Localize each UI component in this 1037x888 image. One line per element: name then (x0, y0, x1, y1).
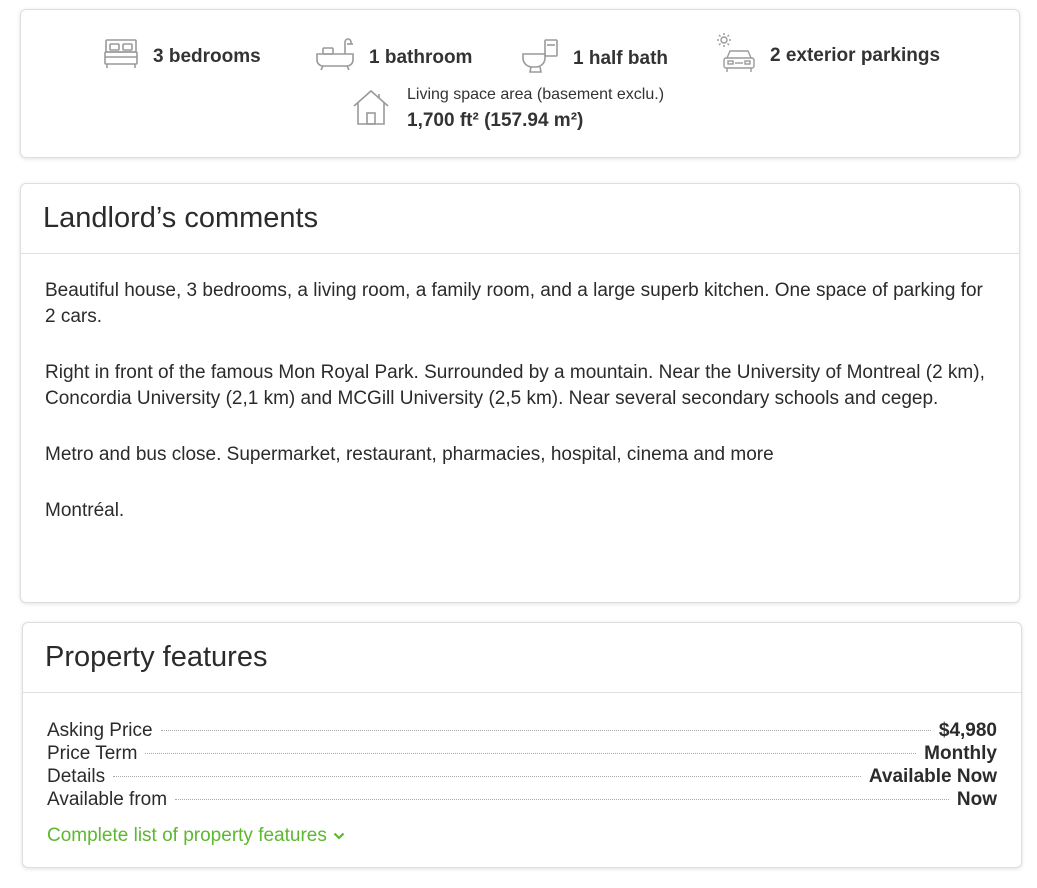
feature-label: Asking Price (47, 720, 153, 741)
living-area-value: 1,700 ft² (157.94 m²) (407, 110, 584, 131)
comment-paragraph: Montréal. (45, 500, 125, 521)
features-list: Asking Price $4,980 Price Term Monthly D… (23, 693, 1021, 847)
feature-label: Available from (47, 789, 168, 810)
property-features-card: Property features Asking Price $4,980 Pr… (22, 622, 1022, 868)
feature-value: $4,980 (938, 720, 997, 741)
living-area-stat: Living space area (basement exclu.) 1,70… (351, 86, 664, 132)
feature-label: Price Term (47, 743, 138, 764)
house-icon (351, 87, 391, 132)
features-title: Property features (45, 641, 268, 673)
bathrooms-label: 1 bathroom (369, 46, 473, 68)
feature-row-price-term: Price Term Monthly (47, 743, 997, 766)
bathrooms-stat: 1 bathroom (315, 38, 472, 77)
complete-features-link[interactable]: Complete list of property features (47, 825, 345, 847)
comments-title: Landlord’s comments (43, 202, 319, 234)
feature-row-asking-price: Asking Price $4,980 (47, 720, 997, 743)
dotted-leader (113, 776, 861, 777)
comments-body: Beautiful house, 3 bedrooms, a living ro… (21, 254, 1019, 524)
dotted-leader (160, 730, 931, 731)
feature-value: Monthly (924, 743, 997, 764)
half-bath-stat: 1 half bath (521, 38, 668, 79)
property-stats-card: 3 bedrooms 1 bathroom 1 half bath 2 exte… (20, 9, 1020, 158)
car-sun-icon (716, 32, 756, 79)
feature-row-available-from: Available from Now (47, 789, 997, 812)
bed-icon (103, 38, 139, 75)
parking-stat: 2 exterior parkings (716, 32, 940, 79)
feature-value: Now (956, 789, 997, 810)
living-area-caption: Living space area (basement exclu.) (407, 86, 665, 103)
half-bath-label: 1 half bath (573, 47, 669, 69)
toilet-icon (521, 38, 559, 79)
parking-label: 2 exterior parkings (770, 44, 941, 66)
dotted-leader (145, 753, 917, 754)
feature-label: Details (47, 766, 106, 787)
bathtub-icon (315, 38, 355, 77)
landlord-comments-card: Landlord’s comments Beautiful house, 3 b… (20, 183, 1020, 603)
bedrooms-stat: 3 bedrooms (103, 38, 261, 75)
comment-paragraph: Metro and bus close. Supermarket, restau… (45, 444, 774, 465)
comment-paragraph: Right in front of the famous Mon Royal P… (45, 362, 985, 409)
feature-row-details: Details Available Now (47, 766, 997, 789)
feature-value: Available Now (868, 766, 997, 787)
chevron-down-icon (333, 825, 345, 847)
features-header: Property features (23, 623, 1021, 693)
dotted-leader (175, 799, 949, 800)
complete-features-link-label: Complete list of property features (47, 825, 327, 846)
comment-paragraph: Beautiful house, 3 bedrooms, a living ro… (45, 280, 983, 327)
comments-header: Landlord’s comments (21, 184, 1019, 254)
bedrooms-label: 3 bedrooms (153, 45, 261, 67)
